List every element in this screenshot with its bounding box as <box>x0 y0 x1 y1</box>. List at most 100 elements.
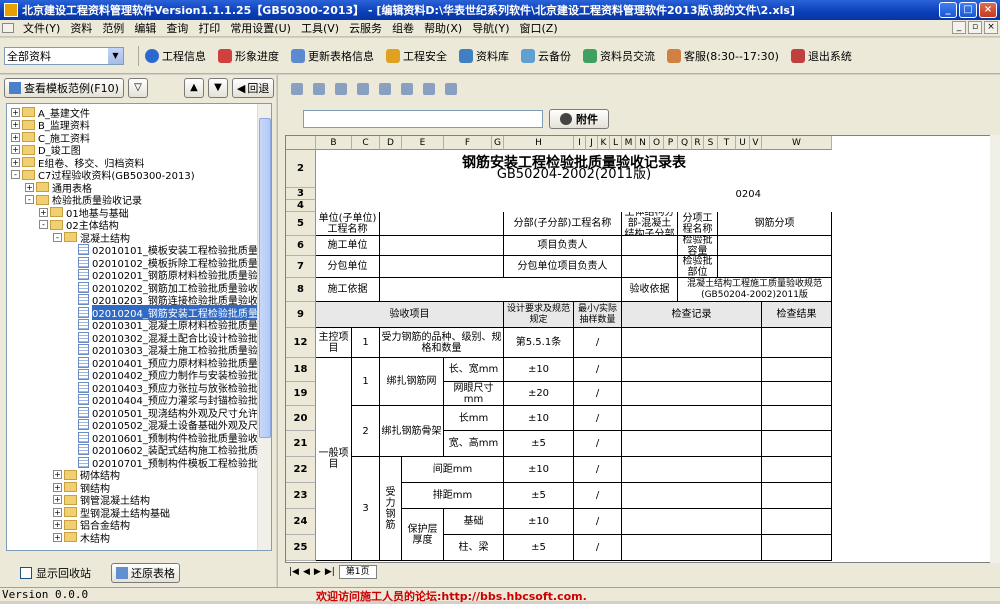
row-header[interactable]: 22 <box>286 457 316 483</box>
row-header[interactable]: 24 <box>286 509 316 535</box>
column-header[interactable]: B <box>316 136 352 150</box>
subcontractor-value[interactable] <box>380 256 504 278</box>
spreadsheet[interactable]: B C D E F G H I J K L M N O P Q R S T U V W 2 3 4 5 6 7 8 9 12 18 19 20 21… <box>285 135 995 563</box>
column-header[interactable]: O <box>650 136 664 150</box>
tolerance-value[interactable]: ±5 <box>504 535 574 561</box>
tolerance-value[interactable]: ±10 <box>504 358 574 382</box>
sample-value[interactable]: / <box>574 382 622 406</box>
preview-icon[interactable] <box>335 83 347 95</box>
menu-data[interactable]: 资料 <box>65 20 97 36</box>
exit-button[interactable]: 退出系统 <box>790 48 852 64</box>
sample-value[interactable]: / <box>574 457 622 483</box>
sample-value[interactable]: / <box>574 406 622 431</box>
width-height-label[interactable]: 宽、高mm <box>444 431 504 457</box>
back-button[interactable]: ◀ 回退 <box>231 78 275 98</box>
record-value[interactable] <box>622 328 762 358</box>
row-header[interactable]: 19 <box>286 382 316 406</box>
column-header[interactable]: F <box>444 136 492 150</box>
row-header[interactable]: 25 <box>286 535 316 561</box>
blank-cell[interactable] <box>316 188 736 200</box>
main-item-desc[interactable]: 受力钢筋的品种、级别、规格和数量 <box>380 328 504 358</box>
filter-icon[interactable]: ▽ <box>127 78 148 98</box>
column-header[interactable]: R <box>692 136 704 150</box>
expand-toggle-icon[interactable]: + <box>53 470 62 479</box>
column-header[interactable]: L <box>610 136 622 150</box>
row-header[interactable]: 23 <box>286 483 316 509</box>
tree-folder-item[interactable]: + 木结构 <box>53 531 110 545</box>
maximize-button[interactable]: □ <box>959 2 977 18</box>
save-icon[interactable] <box>313 83 325 95</box>
expand-toggle-icon[interactable]: - <box>25 195 34 204</box>
row-header[interactable]: 3 <box>286 188 316 200</box>
column-header[interactable]: E <box>402 136 444 150</box>
child-minimize-button[interactable]: _ <box>952 21 966 34</box>
column-beam-label[interactable]: 柱、梁 <box>444 535 504 561</box>
menu-edit[interactable]: 编辑 <box>129 20 161 36</box>
general-items-label[interactable]: 一般项目 <box>316 358 352 561</box>
menu-tools[interactable]: 工具(V) <box>296 20 344 36</box>
column-header[interactable]: U <box>736 136 750 150</box>
form-title-block[interactable]: 钢筋安装工程检验批质量验收记录表 GB50204-2002(2011版) <box>316 150 832 188</box>
sample-value[interactable]: / <box>574 535 622 561</box>
row-header[interactable]: 5 <box>286 212 316 236</box>
expand-toggle-icon[interactable]: + <box>11 145 20 154</box>
move-up-button[interactable]: ▲ <box>183 78 204 98</box>
lot-location-value[interactable] <box>718 256 832 278</box>
export-icon[interactable] <box>445 83 457 95</box>
column-header[interactable]: J <box>586 136 598 150</box>
main-struct-value[interactable]: 主体结构分部-混凝土结构子分部 <box>622 212 678 236</box>
tolerance-value[interactable]: ±5 <box>504 431 574 457</box>
sample-value[interactable]: / <box>574 483 622 509</box>
child-close-button[interactable]: × <box>984 21 998 34</box>
sub-pm-value[interactable] <box>622 256 678 278</box>
tie-cage-label[interactable]: 绑扎钢筋骨架 <box>380 406 444 457</box>
find-icon[interactable] <box>379 83 391 95</box>
record-header[interactable]: 检查记录 <box>622 302 762 328</box>
row-header[interactable]: 8 <box>286 278 316 302</box>
result-value[interactable] <box>762 358 832 382</box>
result-value[interactable] <box>762 328 832 358</box>
first-sheet-icon[interactable]: |◀ <box>289 567 299 577</box>
expand-toggle-icon[interactable]: + <box>53 482 62 492</box>
menu-print[interactable]: 打印 <box>193 20 225 36</box>
sample-value[interactable]: / <box>574 358 622 382</box>
unit-name-value[interactable] <box>380 212 504 236</box>
row-header[interactable]: 6 <box>286 236 316 256</box>
column-header[interactable]: K <box>598 136 610 150</box>
row-header[interactable]: 2 <box>286 150 316 188</box>
tolerance-value[interactable]: ±10 <box>504 406 574 431</box>
len-width-label[interactable]: 长、宽mm <box>444 358 504 382</box>
record-value[interactable] <box>622 535 762 561</box>
restore-table-button[interactable]: 还原表格 <box>111 563 180 583</box>
pm-value[interactable] <box>622 236 678 256</box>
column-header[interactable]: S <box>704 136 718 150</box>
result-value[interactable] <box>762 431 832 457</box>
sheet-tab-1[interactable]: 第1页 <box>338 565 377 579</box>
sheet-corner[interactable] <box>286 136 316 150</box>
row-header[interactable]: 21 <box>286 431 316 457</box>
column-header[interactable]: T <box>718 136 736 150</box>
show-recycle-checkbox[interactable]: 显示回收站 <box>20 565 91 581</box>
menu-help[interactable]: 帮助(X) <box>419 20 467 36</box>
rebar-sub-value[interactable]: 钢筋分项 <box>718 212 832 236</box>
tolerance-value[interactable]: ±5 <box>504 483 574 509</box>
record-value[interactable] <box>622 431 762 457</box>
document-icon[interactable] <box>2 23 14 33</box>
view-template-button[interactable]: 查看模板范例(F10) <box>4 78 124 98</box>
blank-cell[interactable] <box>316 200 832 212</box>
menu-settings[interactable]: 常用设置(U) <box>225 20 296 36</box>
document-tree[interactable]: + A_基建文件 + B_监理资料 + C_施工资料 + D_竣工图 + E组卷、移交、归档资料 -… <box>6 103 272 551</box>
sample-value[interactable]: / <box>574 431 622 457</box>
community-button[interactable]: 资料员交流 <box>583 48 655 64</box>
result-value[interactable] <box>762 535 832 561</box>
item-number-1[interactable]: 1 <box>352 328 380 358</box>
pm-label[interactable]: 项目负责人 <box>504 236 622 256</box>
foundation-label[interactable]: 基础 <box>444 509 504 535</box>
safety-button[interactable]: 工程安全 <box>386 48 447 64</box>
expand-toggle-icon[interactable]: + <box>53 507 62 517</box>
support-button[interactable]: 客服(8:30--17:30) <box>667 48 779 64</box>
mesh-size-label[interactable]: 网眼尺寸mm <box>444 382 504 406</box>
cover-label[interactable]: 保护层厚度 <box>402 509 444 561</box>
cloud-backup-button[interactable]: 云备份 <box>521 48 571 64</box>
record-value[interactable] <box>622 457 762 483</box>
